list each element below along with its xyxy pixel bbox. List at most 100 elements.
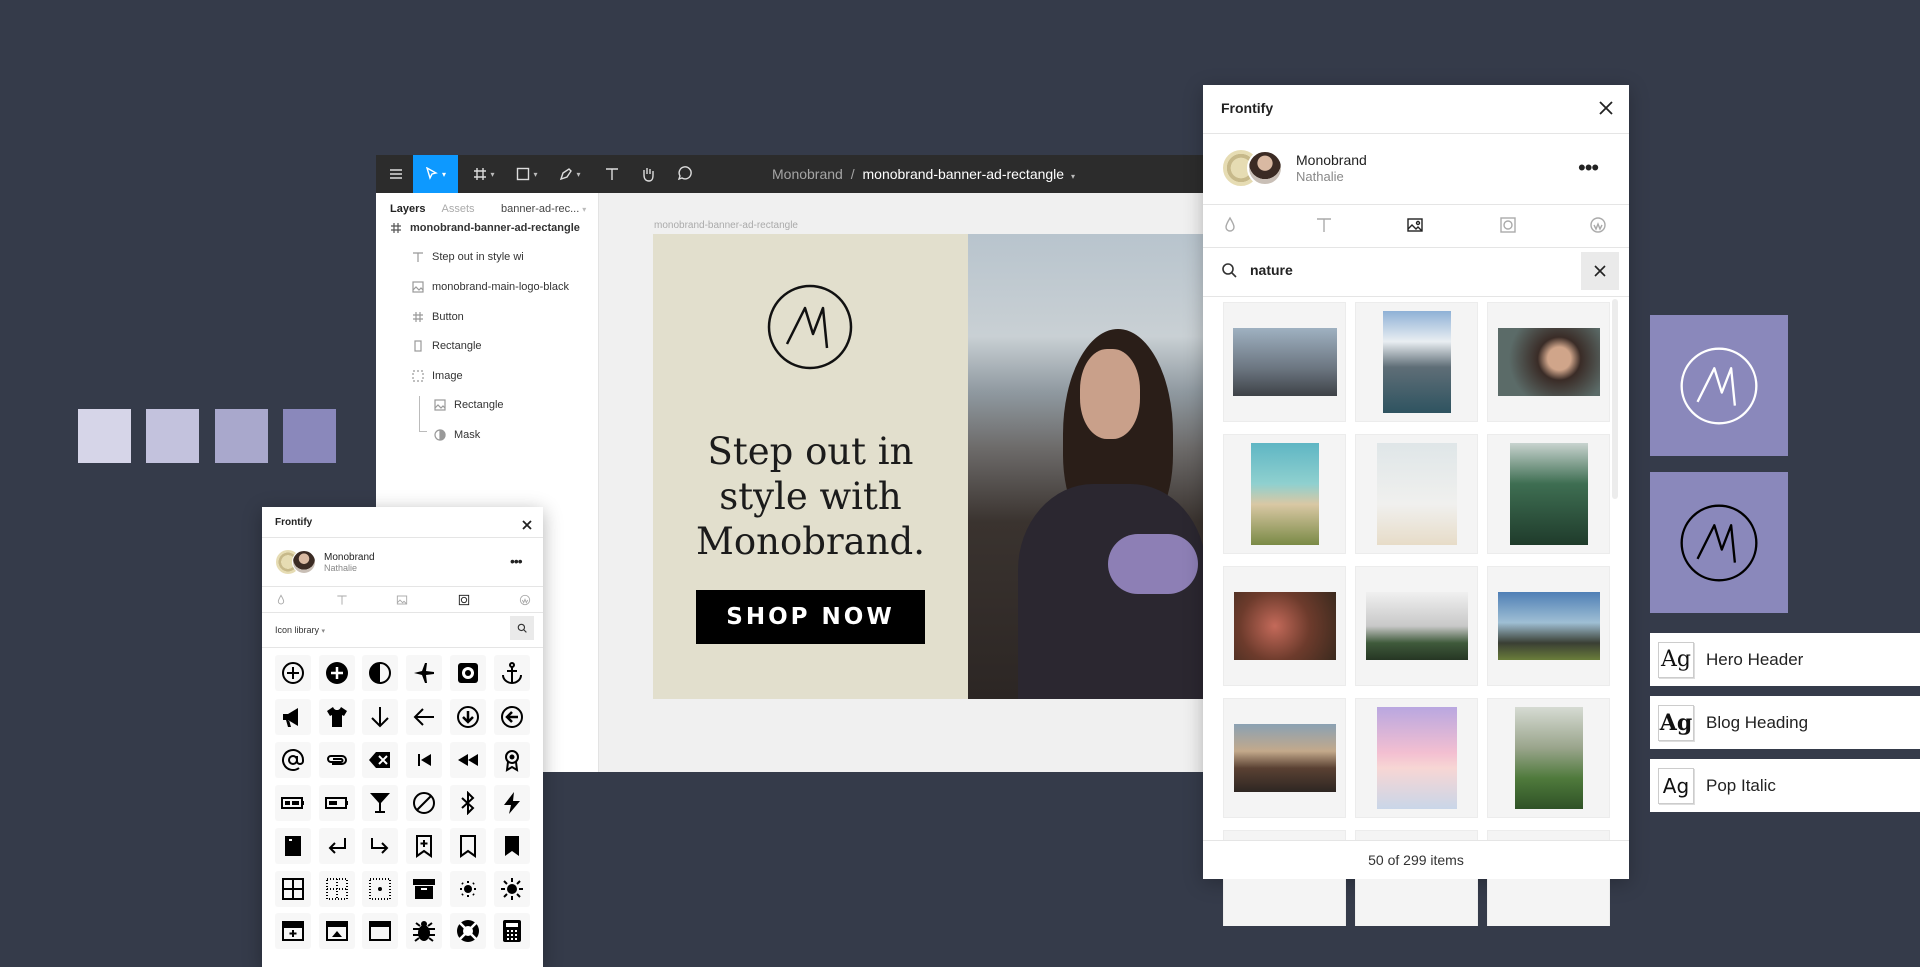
icon-tile[interactable]	[319, 871, 355, 907]
layer-item[interactable]: Rectangle	[434, 394, 504, 416]
icon-tile[interactable]	[494, 828, 530, 864]
media-thumbnail[interactable]	[1487, 566, 1610, 686]
icon-tile[interactable]	[362, 828, 398, 864]
icon-tile[interactable]	[494, 871, 530, 907]
icon-tile[interactable]	[450, 699, 486, 735]
icon-tile[interactable]	[362, 913, 398, 949]
clear-search-button[interactable]	[1581, 252, 1619, 290]
close-button[interactable]	[522, 517, 532, 535]
tab-media[interactable]	[1406, 216, 1424, 239]
icon-tile[interactable]	[406, 699, 442, 735]
main-menu-button[interactable]	[380, 155, 412, 193]
comment-tool-button[interactable]	[670, 155, 698, 193]
tab-colors[interactable]	[275, 593, 287, 611]
tab-logos[interactable]	[519, 593, 531, 611]
tab-typography[interactable]	[336, 593, 348, 611]
icon-tile[interactable]	[494, 655, 530, 691]
font-card-pop-italic[interactable]: Ag Pop Italic	[1650, 759, 1920, 812]
layer-item[interactable]: monobrand-banner-ad-rectangle	[390, 217, 580, 239]
search-input[interactable]: nature	[1250, 262, 1293, 278]
icon-tile[interactable]	[406, 871, 442, 907]
icon-tile[interactable]	[319, 785, 355, 821]
media-thumbnail[interactable]	[1223, 434, 1346, 554]
text-tool-button[interactable]	[598, 155, 626, 193]
icon-tile[interactable]	[450, 785, 486, 821]
media-thumbnail[interactable]	[1487, 302, 1610, 422]
layer-item[interactable]: Step out in style wi	[412, 246, 524, 268]
tab-assets[interactable]: Assets	[441, 203, 474, 215]
tab-logos[interactable]	[1589, 216, 1607, 239]
icon-tile[interactable]	[450, 828, 486, 864]
icon-tile[interactable]	[406, 828, 442, 864]
library-selector[interactable]: Icon library ▾	[275, 625, 325, 635]
icon-tile[interactable]	[494, 913, 530, 949]
icon-tile[interactable]	[406, 913, 442, 949]
page-selector[interactable]: banner-ad-rec... ▾	[501, 203, 586, 215]
pen-tool-button[interactable]: ▾	[552, 155, 588, 193]
frame-tool-button[interactable]: ▾	[466, 155, 502, 193]
color-swatch-4[interactable]	[283, 409, 336, 463]
icon-tile[interactable]	[275, 871, 311, 907]
frame-label[interactable]: monobrand-banner-ad-rectangle	[654, 220, 798, 231]
media-thumbnail[interactable]	[1223, 302, 1346, 422]
shape-tool-button[interactable]: ▾	[509, 155, 545, 193]
icon-tile[interactable]	[362, 785, 398, 821]
tab-layers[interactable]: Layers	[390, 203, 425, 215]
layer-item[interactable]: Rectangle	[412, 335, 482, 357]
icon-tile[interactable]	[319, 742, 355, 778]
layer-item[interactable]: Image	[412, 365, 463, 387]
logo-tile-white[interactable]	[1650, 315, 1788, 456]
icon-tile[interactable]	[319, 913, 355, 949]
icon-tile[interactable]	[406, 655, 442, 691]
media-thumbnail[interactable]	[1223, 566, 1346, 686]
breadcrumb[interactable]: Monobrand / monobrand-banner-ad-rectangl…	[772, 166, 1075, 182]
icon-tile[interactable]	[406, 785, 442, 821]
icon-tile[interactable]	[319, 699, 355, 735]
icon-tile[interactable]	[362, 742, 398, 778]
logo-tile-black[interactable]	[1650, 472, 1788, 613]
media-thumbnail[interactable]	[1487, 698, 1610, 818]
icon-tile[interactable]	[494, 742, 530, 778]
icon-tile[interactable]	[275, 828, 311, 864]
tab-typography[interactable]	[1315, 216, 1333, 239]
layer-item[interactable]: Button	[412, 306, 464, 328]
more-options-button[interactable]: •••	[510, 553, 523, 569]
more-options-button[interactable]: •••	[1578, 155, 1599, 181]
icon-tile[interactable]	[275, 913, 311, 949]
close-button[interactable]	[1598, 100, 1614, 121]
media-thumbnail[interactable]	[1355, 434, 1478, 554]
tab-icon-library[interactable]	[458, 593, 470, 611]
icon-tile[interactable]	[450, 655, 486, 691]
breadcrumb-file[interactable]: monobrand-banner-ad-rectangle	[863, 166, 1065, 182]
search-button[interactable]	[510, 616, 534, 640]
media-thumbnail[interactable]	[1355, 566, 1478, 686]
tab-icon-library[interactable]	[1499, 216, 1517, 239]
media-thumbnail[interactable]	[1355, 302, 1478, 422]
icon-tile[interactable]	[494, 699, 530, 735]
color-swatch-2[interactable]	[146, 409, 199, 463]
icon-tile[interactable]	[275, 785, 311, 821]
icon-tile[interactable]	[406, 742, 442, 778]
icon-tile[interactable]	[275, 742, 311, 778]
color-swatch-3[interactable]	[215, 409, 268, 463]
icon-tile[interactable]	[450, 871, 486, 907]
chevron-down-icon[interactable]: ▾	[1071, 172, 1075, 181]
icon-tile[interactable]	[450, 742, 486, 778]
icon-tile[interactable]	[362, 655, 398, 691]
color-swatch-1[interactable]	[78, 409, 131, 463]
icon-tile[interactable]	[275, 699, 311, 735]
tab-media[interactable]	[396, 593, 408, 611]
font-card-blog-heading[interactable]: Ag Blog Heading	[1650, 696, 1920, 749]
shop-now-button[interactable]: SHOP NOW	[696, 590, 925, 644]
icon-tile[interactable]	[362, 699, 398, 735]
icon-tile[interactable]	[275, 655, 311, 691]
hand-tool-button[interactable]	[634, 155, 662, 193]
tab-colors[interactable]	[1221, 216, 1239, 239]
layer-item[interactable]: monobrand-main-logo-black	[412, 276, 569, 298]
icon-tile[interactable]	[450, 913, 486, 949]
scrollbar[interactable]	[1612, 299, 1618, 499]
move-tool-button[interactable]: ▾	[413, 155, 458, 193]
layer-item[interactable]: Mask	[434, 424, 480, 446]
icon-tile[interactable]	[319, 655, 355, 691]
media-thumbnail[interactable]	[1487, 434, 1610, 554]
